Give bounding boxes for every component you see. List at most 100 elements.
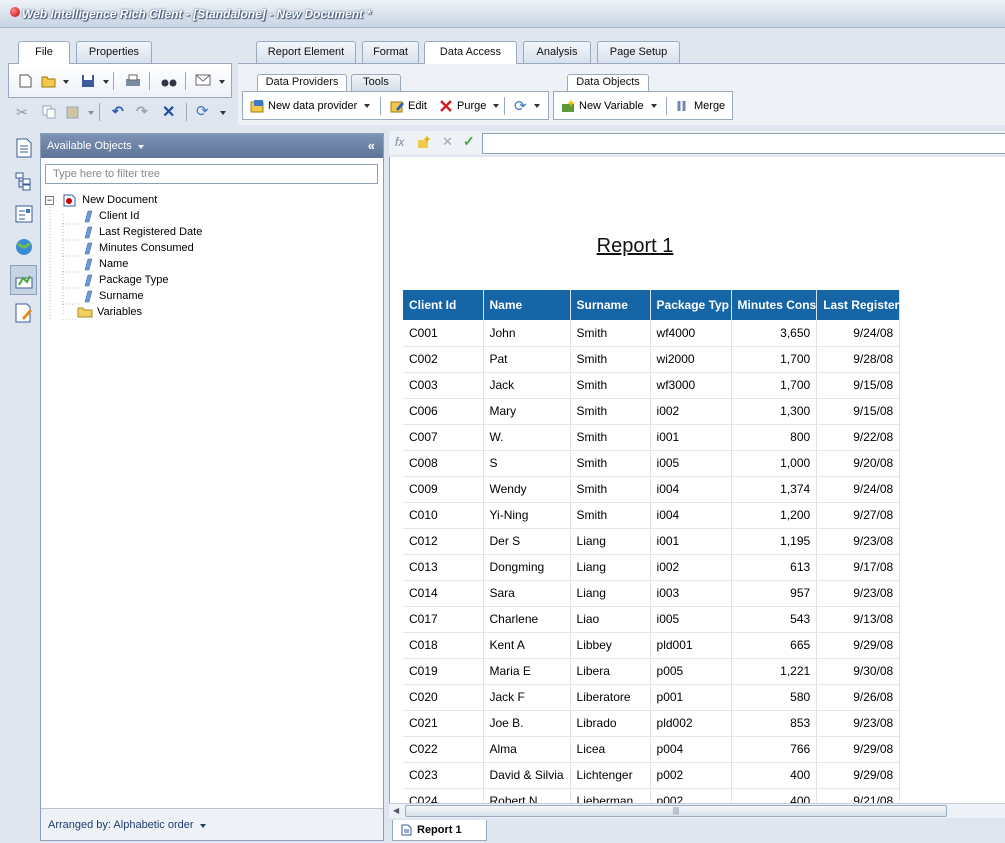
table-cell[interactable]: i004: [650, 502, 732, 529]
scroll-left-icon[interactable]: ◀: [393, 806, 399, 815]
table-cell[interactable]: 1,200: [731, 502, 818, 529]
table-cell[interactable]: Lichtenger: [570, 762, 651, 789]
tree-item[interactable]: Name: [83, 256, 128, 272]
table-cell[interactable]: Dongming: [483, 554, 571, 581]
refresh-data-button[interactable]: ⟳: [511, 96, 543, 116]
table-cell[interactable]: 957: [731, 580, 818, 607]
table-cell[interactable]: Smith: [570, 476, 651, 503]
table-cell[interactable]: 9/22/08: [816, 424, 901, 451]
column-header[interactable]: Name: [483, 290, 571, 320]
redo-icon[interactable]: ↷: [136, 103, 148, 120]
table-row[interactable]: C020 Jack F Liberatore p001 580 9/26/08: [403, 684, 901, 711]
table-cell[interactable]: Jack F: [483, 684, 571, 711]
table-cell[interactable]: i002: [650, 398, 732, 425]
tree-item[interactable]: Package Type: [83, 272, 169, 288]
tree-item[interactable]: Last Registered Date: [83, 224, 202, 240]
table-cell[interactable]: Alma: [483, 736, 571, 763]
merge-button[interactable]: Merge: [673, 96, 728, 116]
table-cell[interactable]: 1,374: [731, 476, 818, 503]
table-cell[interactable]: Der S: [483, 528, 571, 555]
delete-icon[interactable]: ✕: [162, 102, 175, 122]
table-cell[interactable]: Liang: [570, 528, 651, 555]
table-cell[interactable]: John: [483, 320, 571, 347]
table-cell[interactable]: 543: [731, 606, 818, 633]
purge-button[interactable]: Purge: [436, 96, 502, 116]
table-cell[interactable]: Jack: [483, 372, 571, 399]
table-cell[interactable]: 9/27/08: [816, 502, 901, 529]
table-cell[interactable]: pld001: [650, 632, 732, 659]
table-cell[interactable]: Libbey: [570, 632, 651, 659]
table-cell[interactable]: p005: [650, 658, 732, 685]
table-cell[interactable]: 9/23/08: [816, 528, 901, 555]
table-row[interactable]: C006 Mary Smith i002 1,300 9/15/08: [403, 398, 901, 425]
save-icon[interactable]: [81, 74, 95, 88]
new-document-icon[interactable]: [19, 74, 33, 88]
tree-item[interactable]: Minutes Consumed: [83, 240, 194, 256]
arrange-by-dropdown[interactable]: Arranged by: Alphabetic order: [41, 808, 383, 840]
column-header[interactable]: Surname: [570, 290, 651, 320]
table-cell[interactable]: Liao: [570, 606, 651, 633]
table-cell[interactable]: 1,221: [731, 658, 818, 685]
subtab-tools[interactable]: Tools: [351, 74, 401, 91]
table-cell[interactable]: Joe B.: [483, 710, 571, 737]
table-cell[interactable]: Smith: [570, 502, 651, 529]
table-cell[interactable]: 1,195: [731, 528, 818, 555]
table-cell[interactable]: C003: [403, 372, 484, 399]
table-cell[interactable]: wi2000: [650, 346, 732, 373]
tree-item[interactable]: Client Id: [83, 208, 139, 224]
table-cell[interactable]: 9/24/08: [816, 320, 901, 347]
table-cell[interactable]: 400: [731, 788, 818, 803]
table-cell[interactable]: C023: [403, 762, 484, 789]
table-cell[interactable]: Sara: [483, 580, 571, 607]
subtab-data-objects[interactable]: Data Objects: [567, 74, 649, 91]
table-cell[interactable]: C017: [403, 606, 484, 633]
table-cell[interactable]: C006: [403, 398, 484, 425]
tab-data-access[interactable]: Data Access: [424, 41, 517, 64]
validate-formula-icon[interactable]: ✓: [463, 133, 475, 150]
table-cell[interactable]: 9/29/08: [816, 632, 901, 659]
table-cell[interactable]: Pat: [483, 346, 571, 373]
table-row[interactable]: C024 Robert N. Lieberman p002 400 9/21/08: [403, 788, 901, 803]
table-cell[interactable]: 9/29/08: [816, 736, 901, 763]
table-cell[interactable]: W.: [483, 424, 571, 451]
table-cell[interactable]: C009: [403, 476, 484, 503]
open-dropdown-icon[interactable]: [63, 80, 69, 84]
table-cell[interactable]: Smith: [570, 372, 651, 399]
table-cell[interactable]: 9/20/08: [816, 450, 901, 477]
table-row[interactable]: C019 Maria E Libera p005 1,221 9/30/08: [403, 658, 901, 685]
table-row[interactable]: C003 Jack Smith wf3000 1,700 9/15/08: [403, 372, 901, 399]
table-cell[interactable]: C012: [403, 528, 484, 555]
data-edit-icon[interactable]: [10, 298, 37, 328]
tab-report-element[interactable]: Report Element: [256, 41, 356, 63]
table-cell[interactable]: C001: [403, 320, 484, 347]
copy-icon[interactable]: [42, 105, 56, 119]
table-cell[interactable]: Smith: [570, 424, 651, 451]
table-cell[interactable]: i005: [650, 450, 732, 477]
table-cell[interactable]: Lieberman: [570, 788, 651, 803]
table-cell[interactable]: C020: [403, 684, 484, 711]
table-cell[interactable]: i005: [650, 606, 732, 633]
table-cell[interactable]: David & Silvia: [483, 762, 571, 789]
table-cell[interactable]: 9/15/08: [816, 398, 901, 425]
cut-icon[interactable]: ✂: [16, 104, 28, 121]
table-cell[interactable]: 9/23/08: [816, 580, 901, 607]
tree-filter-input[interactable]: Type here to filter tree: [45, 164, 378, 184]
table-row[interactable]: C021 Joe B. Librado pld002 853 9/23/08: [403, 710, 901, 737]
table-cell[interactable]: p002: [650, 788, 732, 803]
table-cell[interactable]: Liang: [570, 554, 651, 581]
column-header[interactable]: Package Typ: [650, 290, 732, 320]
navigation-map-icon[interactable]: [10, 166, 37, 196]
table-cell[interactable]: 9/23/08: [816, 710, 901, 737]
table-cell[interactable]: 613: [731, 554, 818, 581]
report-title[interactable]: Report 1: [590, 235, 680, 258]
table-row[interactable]: C007 W. Smith i001 800 9/22/08: [403, 424, 901, 451]
table-cell[interactable]: Librado: [570, 710, 651, 737]
paste-dropdown-icon[interactable]: [88, 111, 94, 115]
table-row[interactable]: C013 Dongming Liang i002 613 9/17/08: [403, 554, 901, 581]
input-controls-icon[interactable]: [10, 199, 37, 229]
scrollbar-thumb[interactable]: |||: [405, 805, 947, 817]
mail-icon[interactable]: [195, 74, 211, 88]
web-services-icon[interactable]: [10, 232, 37, 262]
create-variable-icon[interactable]: [417, 135, 431, 152]
table-cell[interactable]: C021: [403, 710, 484, 737]
